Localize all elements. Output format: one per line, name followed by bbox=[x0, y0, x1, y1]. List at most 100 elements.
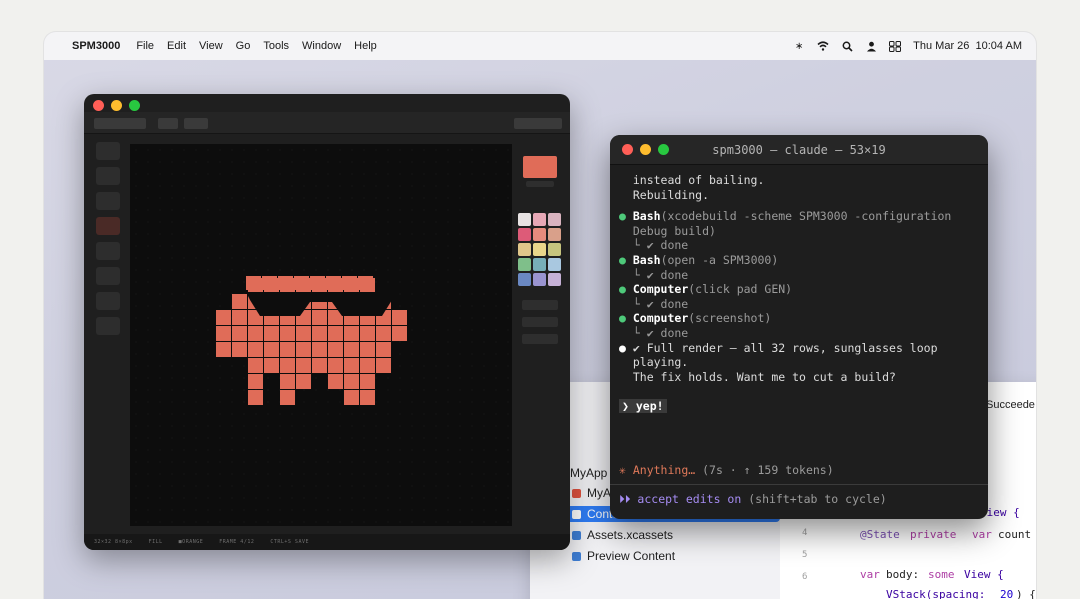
move-tool-icon[interactable] bbox=[96, 292, 120, 310]
color-swatch[interactable] bbox=[518, 213, 531, 226]
sprite-pixel bbox=[248, 390, 263, 405]
menu-view[interactable]: View bbox=[199, 40, 223, 52]
color-swatch[interactable] bbox=[533, 258, 546, 271]
sprite-pixel bbox=[264, 342, 279, 357]
color-swatch[interactable] bbox=[533, 213, 546, 226]
bluetooth-icon[interactable]: ∗ bbox=[793, 40, 805, 52]
nav-item-preview-content[interactable]: Preview Content bbox=[572, 549, 675, 563]
sprite-pixel bbox=[280, 390, 295, 405]
menu-bar: SPM3000 File Edit View Go Tools Window H… bbox=[44, 32, 1036, 60]
nav-item-label: Preview Content bbox=[587, 549, 676, 563]
eraser-tool-icon[interactable] bbox=[96, 167, 120, 185]
sprite-pixel bbox=[248, 358, 263, 373]
control-center-icon[interactable] bbox=[889, 40, 902, 52]
pencil-tool-icon[interactable] bbox=[96, 142, 120, 160]
sprite-pixel bbox=[392, 310, 407, 325]
sprite-pixel bbox=[344, 358, 359, 373]
sprite-pixel bbox=[296, 326, 311, 341]
tool-panel bbox=[91, 142, 123, 550]
editor-minimize-button[interactable] bbox=[111, 100, 122, 111]
color-swatch[interactable] bbox=[533, 273, 546, 286]
menu-tools[interactable]: Tools bbox=[263, 40, 289, 52]
user-icon[interactable] bbox=[865, 40, 877, 52]
color-swatch[interactable] bbox=[548, 213, 561, 226]
nav-item-myapp-project[interactable]: MyApp bbox=[570, 466, 607, 480]
sprite-pixel bbox=[280, 326, 295, 341]
color-swatch[interactable] bbox=[533, 228, 546, 241]
palette-button[interactable] bbox=[522, 334, 558, 344]
terminal-window: spm3000 — claude — 53×19 instead of bail… bbox=[610, 135, 988, 519]
color-swatch[interactable] bbox=[518, 243, 531, 256]
file-icon bbox=[572, 509, 581, 519]
menu-edit[interactable]: Edit bbox=[167, 40, 186, 52]
editor-close-button[interactable] bbox=[93, 100, 104, 111]
mode-indicator[interactable]: ⏵⏵ accept edits on (shift+tab to cycle) bbox=[619, 492, 887, 507]
sprite-pixel bbox=[376, 358, 391, 373]
thinking-status: ✳ Anything… (7s · ↑ 159 tokens) bbox=[619, 463, 834, 477]
sprite-pixel bbox=[392, 326, 407, 341]
tool-call-line: ● Bash(xcodebuild -scheme SPM3000 -confi… bbox=[619, 209, 952, 224]
color-swatch[interactable] bbox=[548, 273, 561, 286]
color-swatch[interactable] bbox=[518, 258, 531, 271]
shape-tool-icon[interactable] bbox=[96, 317, 120, 335]
terminal-close-button[interactable] bbox=[622, 144, 633, 155]
tool-result-done: └ ✔ done bbox=[619, 238, 689, 253]
color-swatch[interactable] bbox=[548, 243, 561, 256]
sprite-pixel bbox=[232, 342, 247, 357]
picker-tool-icon[interactable] bbox=[96, 242, 120, 260]
sprite-pixel bbox=[328, 342, 343, 357]
color-swatch[interactable] bbox=[518, 273, 531, 286]
tool-call-line: ● Computer(click pad GEN) bbox=[619, 282, 793, 297]
tool-result-done: └ ✔ done bbox=[619, 296, 689, 311]
terminal-zoom-button[interactable] bbox=[658, 144, 669, 155]
color-swatch[interactable] bbox=[548, 258, 561, 271]
sprite-pixel bbox=[360, 326, 375, 341]
sprite-pixel bbox=[312, 326, 327, 341]
code-token: some bbox=[928, 568, 955, 581]
menu-help[interactable]: Help bbox=[354, 40, 377, 52]
terminal-minimize-button[interactable] bbox=[640, 144, 651, 155]
line-number: 4 bbox=[802, 528, 808, 538]
code-token: View { bbox=[964, 568, 1004, 581]
status-tool: FILL bbox=[148, 539, 163, 545]
color-swatch[interactable] bbox=[548, 228, 561, 241]
terminal-title: spm3000 — claude — 53×19 bbox=[712, 143, 886, 157]
sprite-pixel bbox=[248, 374, 263, 389]
line-tool-icon[interactable] bbox=[96, 192, 120, 210]
code-token: count bbox=[998, 528, 1032, 541]
toolbar-button[interactable] bbox=[514, 118, 562, 129]
select-tool-icon[interactable] bbox=[96, 267, 120, 285]
toolbar-button[interactable] bbox=[158, 118, 178, 129]
menu-window[interactable]: Window bbox=[302, 40, 341, 52]
menubar-clock[interactable]: Thu Mar 26 10:04 AM bbox=[913, 40, 1022, 52]
nav-item-assets[interactable]: Assets.xcassets bbox=[572, 528, 673, 542]
search-icon[interactable] bbox=[841, 40, 853, 52]
menu-go[interactable]: Go bbox=[236, 40, 251, 52]
sprite-pixel bbox=[280, 374, 295, 389]
toolbar-button[interactable] bbox=[184, 118, 208, 129]
editor-toolbar bbox=[84, 112, 570, 134]
color-swatch[interactable] bbox=[518, 228, 531, 241]
wifi-icon[interactable] bbox=[817, 40, 829, 52]
palette-button[interactable] bbox=[522, 317, 558, 327]
sprite-pixel bbox=[248, 326, 263, 341]
assistant-line: The fix holds. Want me to cut a build? bbox=[619, 369, 896, 384]
sprite-pixel bbox=[280, 358, 295, 373]
menu-file[interactable]: File bbox=[136, 40, 154, 52]
sprite-pixel bbox=[312, 342, 327, 357]
editor-traffic-lights bbox=[93, 100, 140, 111]
fill-tool-icon[interactable] bbox=[96, 217, 120, 235]
pixel-canvas[interactable] bbox=[130, 144, 512, 526]
tool-result-done: └ ✔ done bbox=[619, 267, 689, 282]
color-swatch[interactable] bbox=[533, 243, 546, 256]
palette-button[interactable] bbox=[522, 300, 558, 310]
editor-zoom-button[interactable] bbox=[129, 100, 140, 111]
sprite-pixel bbox=[344, 326, 359, 341]
sprite-pixel bbox=[310, 276, 325, 290]
terminal-output[interactable]: instead of bailing. Rebuilding. ● Bash(x… bbox=[610, 165, 988, 384]
app-menu[interactable]: SPM3000 bbox=[72, 40, 120, 52]
sprite-pixel bbox=[312, 358, 327, 373]
current-color-swatch[interactable] bbox=[523, 156, 557, 178]
output-line: Rebuilding. bbox=[619, 187, 710, 202]
toolbar-button[interactable] bbox=[94, 118, 146, 129]
